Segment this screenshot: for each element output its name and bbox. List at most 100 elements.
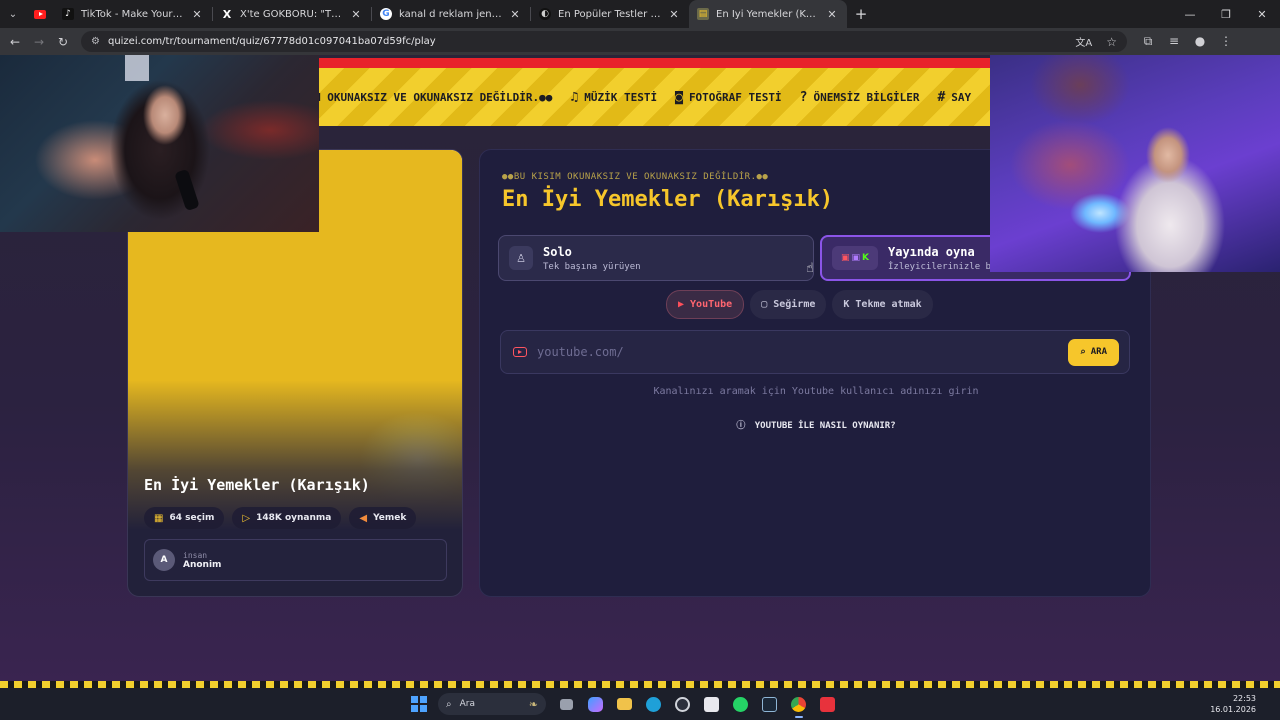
mode-subtitle: Tek başına yürüyen	[543, 261, 641, 272]
restore-icon[interactable]: ❐	[1208, 0, 1244, 28]
category-marquee: M OKUNAKSIZ VE OKUNAKSIZ DEĞİLDİR.●● ♫ M…	[319, 68, 990, 126]
search-button[interactable]: ⌕ ARA	[1067, 338, 1119, 366]
quiz-card-title: En İyi Yemekler (Karışık)	[144, 476, 370, 494]
platform-label: Tekme atmak	[855, 299, 922, 310]
tab-tiktok[interactable]: ♪ TikTok - Make Your Day ✕	[54, 0, 212, 28]
quiz-stats: ▦ 64 seçim ▷ 148K oynanma ◀ Yemek	[144, 507, 417, 529]
youtube-icon: ▶	[678, 299, 685, 310]
marquee-item-label: ÖNEMSİZ BİLGİLER	[813, 90, 920, 104]
bookmark-star-icon[interactable]: ☆	[1106, 35, 1117, 49]
search-highlight-icon: ❧	[528, 697, 538, 711]
tab-quizei-active[interactable]: ▤ En İyi Yemekler (Karışık) - Tier L ✕	[689, 0, 847, 28]
twitch-icon: ▣	[851, 253, 861, 263]
platform-tabs: ▶ YouTube ▢ Seğirme K Tekme atmak	[666, 290, 933, 319]
top-red-strip	[319, 58, 990, 68]
page-title: En İyi Yemekler (Karışık)	[502, 187, 834, 212]
plays-badge: ▷ 148K oynanma	[232, 507, 342, 529]
solo-mode-button[interactable]: ♙ Solo Tek başına yürüyen	[498, 235, 814, 281]
youtube-favicon-icon	[34, 9, 46, 19]
edge-icon[interactable]	[639, 688, 668, 720]
marquee-item[interactable]: M OKUNAKSIZ VE OKUNAKSIZ DEĞİLDİR.●●	[319, 91, 552, 104]
tab-kick[interactable]: K Tekme atmak	[832, 290, 933, 319]
grid-icon: ▦	[154, 512, 164, 524]
marquee-item-label: SAY	[951, 90, 972, 104]
author-role: insan	[183, 550, 208, 560]
pinned-tab-youtube[interactable]	[26, 0, 54, 28]
reload-icon[interactable]: ↻	[51, 28, 75, 55]
tab-x[interactable]: X X'te GÖKBÖRÜ: "TÜRKİYE TÜ ✕	[213, 0, 371, 28]
streaming-app-icon[interactable]	[813, 688, 842, 720]
channel-search-box: ⌕ ARA	[500, 330, 1130, 374]
channel-search-input[interactable]	[537, 345, 1068, 359]
file-explorer-icon[interactable]	[610, 688, 639, 720]
category-label: Yemek	[373, 513, 407, 523]
tab-close-icon[interactable]: ✕	[825, 8, 839, 21]
clock-date: 16.01.2026	[1210, 705, 1256, 714]
browser-tab-bar: ⌄ ♪ TikTok - Make Your Day ✕ X X'te GÖKB…	[0, 0, 1280, 28]
minimize-icon[interactable]: —	[1172, 0, 1208, 28]
store-icon[interactable]	[697, 688, 726, 720]
tab-quizei-popular[interactable]: ◐ En Popüler Testler ve Eğlenceli ✕	[531, 0, 689, 28]
author-name: Anonim	[183, 559, 222, 570]
tab-close-icon[interactable]: ✕	[667, 8, 681, 21]
tag-icon: ◀	[359, 512, 368, 524]
site-settings-icon[interactable]: ⚙	[91, 36, 100, 47]
steam-icon[interactable]	[755, 688, 784, 720]
marquee-item-music[interactable]: ♫ MÜZİK TESTİ	[570, 90, 657, 105]
translate-icon[interactable]: 文A	[1075, 34, 1092, 49]
overline-text: ●●BU KISIM OKUNAKSIZ VE OKUNAKSIZ DEĞİLD…	[502, 172, 769, 182]
taskbar-apps: ⌕ Ara ❧	[408, 688, 842, 720]
tab-close-icon[interactable]: ✕	[508, 8, 522, 21]
address-bar[interactable]: ⚙ quizei.com/tr/tournament/quiz/67778d01…	[81, 31, 1127, 52]
tab-title: X'te GÖKBÖRÜ: "TÜRKİYE TÜ	[240, 8, 343, 20]
chrome-icon[interactable]	[784, 688, 813, 720]
search-hint: Kanalınızı aramak için Youtube kullanıcı…	[653, 386, 979, 397]
forward-arrow-icon[interactable]: →	[27, 28, 51, 55]
window-close-icon[interactable]: ✕	[1244, 0, 1280, 28]
quizei-icon: ▤	[697, 8, 709, 20]
webcam-overlay-left	[0, 55, 319, 232]
webcam-overlay-right	[990, 55, 1280, 272]
profile-avatar-icon[interactable]: ●	[1187, 34, 1213, 49]
mouse-cursor-icon: ☝	[806, 261, 814, 276]
howto-link[interactable]: ⓘ YOUTUBE İLE NASIL OYNANIR?	[480, 418, 1152, 431]
x-icon: X	[222, 7, 232, 21]
tab-google[interactable]: G kanal d reklam jeneriği - Googl ✕	[372, 0, 530, 28]
media-controls-icon[interactable]: ≡	[1161, 34, 1187, 49]
tab-title: kanal d reklam jeneriği - Googl	[399, 8, 502, 20]
whatsapp-icon[interactable]	[726, 688, 755, 720]
tab-search-menu-icon[interactable]: ⌄	[0, 0, 26, 28]
marquee-item-photo[interactable]: ◙ FOTOĞRAF TESTİ	[675, 90, 782, 105]
help-bubble-icon: ?	[799, 89, 808, 105]
taskbar-search[interactable]: ⌕ Ara ❧	[438, 693, 546, 715]
category-badge[interactable]: ◀ Yemek	[349, 507, 417, 529]
marquee-item-number[interactable]: # SAY	[937, 90, 971, 105]
tab-title: En Popüler Testler ve Eğlenceli	[558, 8, 661, 20]
microphone-shape	[174, 168, 200, 212]
windows-taskbar: ⌕ Ara ❧ 22:53 16.01.2026	[0, 688, 1280, 720]
marquee-item-label: M OKUNAKSIZ VE OKUNAKSIZ DEĞİLDİR.●●	[319, 90, 553, 104]
new-tab-button[interactable]: +	[847, 5, 875, 23]
task-view-icon[interactable]	[552, 688, 581, 720]
kick-icon: K	[843, 299, 850, 310]
stream-platforms-icon: ▣ ▣ K	[832, 246, 878, 270]
windows-start-icon[interactable]	[408, 693, 430, 715]
tab-close-icon[interactable]: ✕	[190, 8, 204, 21]
app-icon[interactable]	[668, 688, 697, 720]
copilot-icon[interactable]	[581, 688, 610, 720]
marquee-item-trivia[interactable]: ? ÖNEMSİZ BİLGİLER	[800, 90, 920, 105]
mode-subtitle: İzleyicilerinizle b	[888, 261, 991, 272]
system-clock[interactable]: 22:53 16.01.2026	[1210, 693, 1256, 715]
address-toolbar: ← → ↻ ⚙ quizei.com/tr/tournament/quiz/67…	[0, 28, 1280, 55]
choices-badge: ▦ 64 seçim	[144, 507, 225, 529]
tab-close-icon[interactable]: ✕	[349, 8, 363, 21]
search-icon: ⌕	[1079, 346, 1086, 358]
mode-title: Solo	[543, 244, 572, 259]
extensions-icon[interactable]: ⧉	[1135, 34, 1161, 49]
back-arrow-icon[interactable]: ←	[3, 28, 27, 55]
marquee-item-label: FOTOĞRAF TESTİ	[688, 90, 782, 104]
more-menu-icon[interactable]: ⋮	[1213, 34, 1239, 49]
author-box[interactable]: A insan Anonim	[144, 539, 447, 581]
tab-youtube[interactable]: ▶ YouTube	[666, 290, 745, 319]
tab-twitch[interactable]: ▢ Seğirme	[750, 290, 827, 319]
